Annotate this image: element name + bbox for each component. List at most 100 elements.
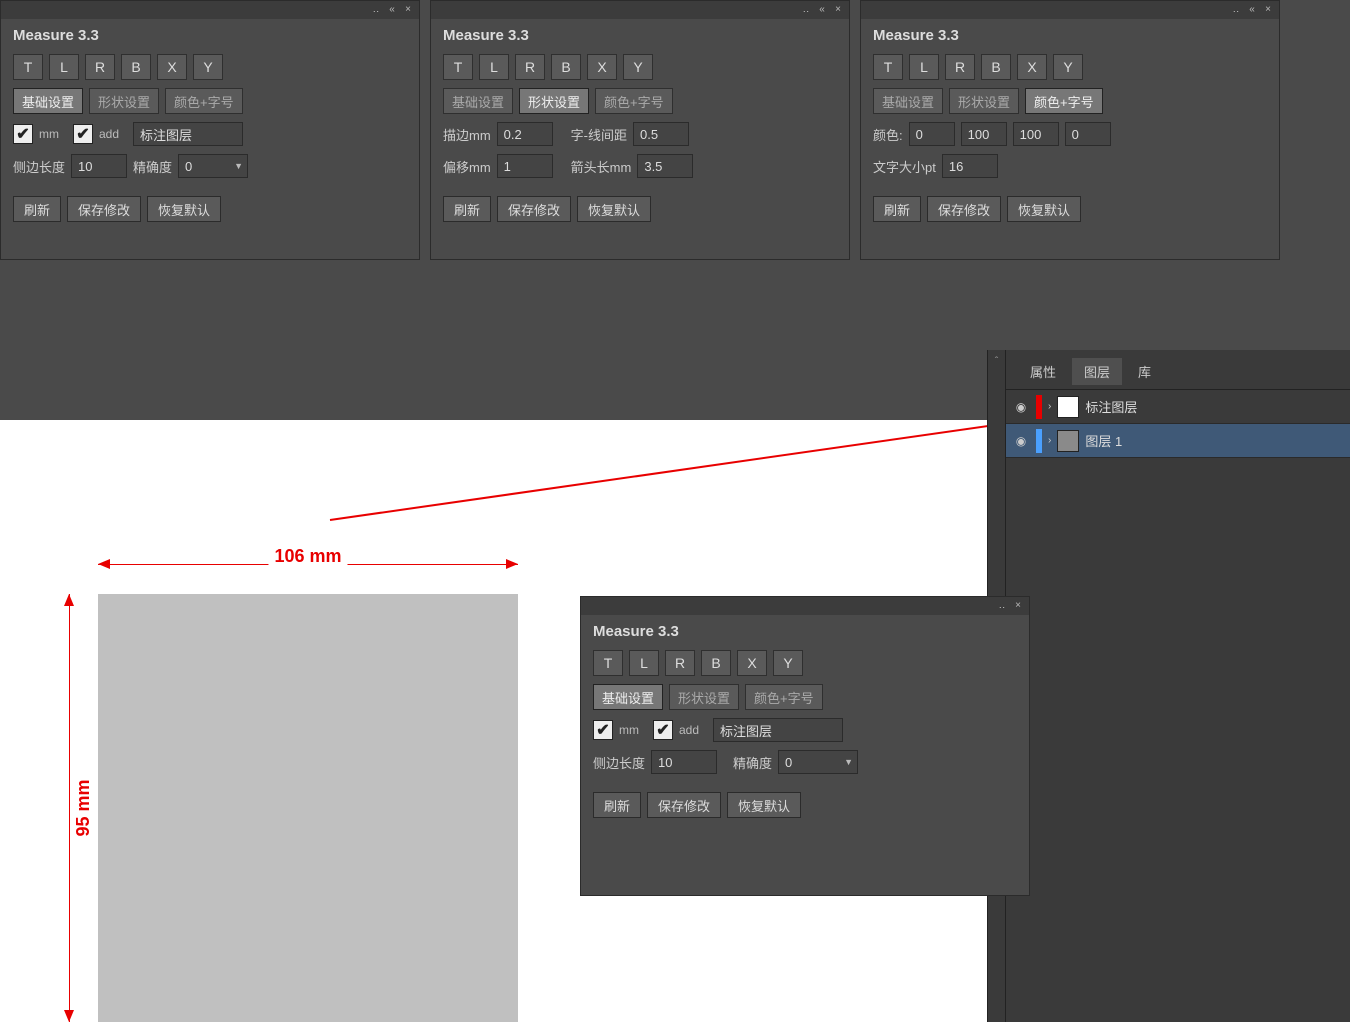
tab-shape[interactable]: 形状设置: [949, 88, 1019, 114]
side-btn-y[interactable]: Y: [1053, 54, 1083, 80]
save-button[interactable]: 保存修改: [497, 196, 571, 222]
side-btn-b[interactable]: B: [121, 54, 151, 80]
margin-input[interactable]: [497, 122, 553, 146]
visibility-icon[interactable]: ◉: [1012, 434, 1030, 448]
tab-shape[interactable]: 形状设置: [669, 684, 739, 710]
panel-title: Measure 3.3: [1, 19, 419, 50]
tab-color[interactable]: 颜色+字号: [165, 88, 243, 114]
close-icon[interactable]: ×: [833, 5, 843, 15]
layer-row[interactable]: ◉ › 图层 1: [1006, 424, 1350, 458]
checkbox-add[interactable]: ✔: [73, 124, 93, 144]
layer-name-input[interactable]: [713, 718, 843, 742]
side-btn-y[interactable]: Y: [623, 54, 653, 80]
panel-header: ‥ ×: [581, 597, 1029, 615]
side-btn-t[interactable]: T: [13, 54, 43, 80]
side-btn-x[interactable]: X: [587, 54, 617, 80]
side-btn-r[interactable]: R: [515, 54, 545, 80]
fontsize-input[interactable]: [942, 154, 998, 178]
side-btn-x[interactable]: X: [1017, 54, 1047, 80]
layer-name[interactable]: 图层 1: [1085, 431, 1122, 450]
save-button[interactable]: 保存修改: [67, 196, 141, 222]
reset-button[interactable]: 恢复默认: [1007, 196, 1081, 222]
color-k-input[interactable]: [1065, 122, 1111, 146]
color-row-2: 文字大小pt: [861, 150, 1279, 182]
layer-name[interactable]: 标注图层: [1085, 397, 1137, 416]
side-btn-b[interactable]: B: [981, 54, 1011, 80]
side-btn-y[interactable]: Y: [193, 54, 223, 80]
side-buttons-row: T L R B X Y: [581, 646, 1029, 680]
tab-library[interactable]: 库: [1126, 358, 1163, 385]
side-btn-b[interactable]: B: [551, 54, 581, 80]
side-btn-r[interactable]: R: [85, 54, 115, 80]
actions-row: 刷新 保存修改 恢复默认: [1, 192, 419, 226]
side-btn-l[interactable]: L: [479, 54, 509, 80]
basic-row-2: 侧边长度 精确度 0: [1, 150, 419, 182]
side-btn-x[interactable]: X: [157, 54, 187, 80]
side-btn-b[interactable]: B: [701, 650, 731, 676]
side-btn-r[interactable]: R: [665, 650, 695, 676]
side-len-input[interactable]: [71, 154, 127, 178]
side-buttons-row: T L R B X Y: [861, 50, 1279, 84]
precision-select[interactable]: 0: [178, 154, 248, 178]
color-y-input[interactable]: [1013, 122, 1059, 146]
tab-basic[interactable]: 基础设置: [443, 88, 513, 114]
side-btn-t[interactable]: T: [873, 54, 903, 80]
side-btn-t[interactable]: T: [593, 650, 623, 676]
tab-color[interactable]: 颜色+字号: [745, 684, 823, 710]
close-icon[interactable]: ×: [1263, 5, 1273, 15]
collapse-icon[interactable]: «: [1247, 5, 1257, 15]
selected-rectangle[interactable]: [98, 594, 518, 1022]
reset-button[interactable]: 恢复默认: [147, 196, 221, 222]
actions-row: 刷新 保存修改 恢复默认: [581, 788, 1029, 822]
layer-name-input[interactable]: [133, 122, 243, 146]
arrow-input[interactable]: [637, 154, 693, 178]
color-c-input[interactable]: [909, 122, 955, 146]
tab-basic[interactable]: 基础设置: [13, 88, 83, 114]
checkbox-add[interactable]: ✔: [653, 720, 673, 740]
panel-header: ‥ « ×: [1, 1, 419, 19]
panel-menu-icon[interactable]: ‥: [1231, 5, 1241, 15]
side-btn-r[interactable]: R: [945, 54, 975, 80]
collapse-icon[interactable]: «: [387, 5, 397, 15]
side-btn-t[interactable]: T: [443, 54, 473, 80]
close-icon[interactable]: ×: [1013, 601, 1023, 611]
side-len-input[interactable]: [651, 750, 717, 774]
tab-color[interactable]: 颜色+字号: [1025, 88, 1103, 114]
refresh-button[interactable]: 刷新: [443, 196, 491, 222]
refresh-button[interactable]: 刷新: [13, 196, 61, 222]
close-icon[interactable]: ×: [403, 5, 413, 15]
checkbox-mm[interactable]: ✔: [593, 720, 613, 740]
refresh-button[interactable]: 刷新: [873, 196, 921, 222]
panel-menu-icon[interactable]: ‥: [801, 5, 811, 15]
layer-row[interactable]: ◉ › 标注图层: [1006, 390, 1350, 424]
save-button[interactable]: 保存修改: [647, 792, 721, 818]
tab-basic[interactable]: 基础设置: [593, 684, 663, 710]
chevron-right-icon[interactable]: ›: [1048, 435, 1051, 446]
save-button[interactable]: 保存修改: [927, 196, 1001, 222]
dimension-vertical: 95 mm: [55, 594, 85, 1022]
tab-shape[interactable]: 形状设置: [89, 88, 159, 114]
tab-basic[interactable]: 基础设置: [873, 88, 943, 114]
gap-input[interactable]: [633, 122, 689, 146]
side-btn-l[interactable]: L: [909, 54, 939, 80]
side-btn-x[interactable]: X: [737, 650, 767, 676]
precision-select[interactable]: 0: [778, 750, 858, 774]
chevron-right-icon[interactable]: ›: [1048, 401, 1051, 412]
side-btn-l[interactable]: L: [49, 54, 79, 80]
panel-menu-icon[interactable]: ‥: [997, 601, 1007, 611]
side-btn-y[interactable]: Y: [773, 650, 803, 676]
tab-shape[interactable]: 形状设置: [519, 88, 589, 114]
tab-properties[interactable]: 属性: [1018, 358, 1068, 385]
checkbox-mm[interactable]: ✔: [13, 124, 33, 144]
visibility-icon[interactable]: ◉: [1012, 400, 1030, 414]
color-m-input[interactable]: [961, 122, 1007, 146]
offset-input[interactable]: [497, 154, 553, 178]
side-btn-l[interactable]: L: [629, 650, 659, 676]
reset-button[interactable]: 恢复默认: [577, 196, 651, 222]
tab-layers[interactable]: 图层: [1072, 358, 1122, 385]
collapse-icon[interactable]: «: [817, 5, 827, 15]
refresh-button[interactable]: 刷新: [593, 792, 641, 818]
reset-button[interactable]: 恢复默认: [727, 792, 801, 818]
tab-color[interactable]: 颜色+字号: [595, 88, 673, 114]
panel-menu-icon[interactable]: ‥: [371, 5, 381, 15]
